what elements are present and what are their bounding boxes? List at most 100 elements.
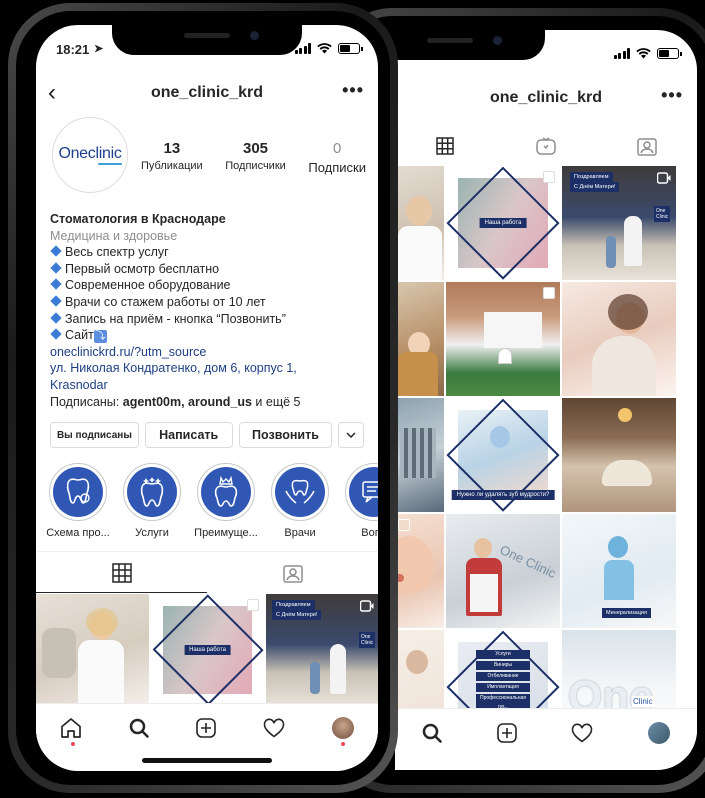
location-icon: ➤ [94, 43, 104, 55]
post-thumbnail[interactable]: Наша работа [446, 166, 560, 280]
search-icon[interactable] [422, 723, 442, 743]
message-button[interactable]: Написать [144, 422, 233, 448]
post-thumbnail[interactable] [562, 282, 676, 396]
stat-following[interactable]: 0 Подписки [308, 140, 366, 175]
bottom-nav [395, 708, 697, 756]
post-thumbnail[interactable]: Нужно ли удалять зуб мудрости? [446, 398, 560, 512]
post-caption-tag: Наша работа [184, 645, 231, 655]
tooth-crown-icon [214, 476, 238, 507]
username-title: one_clinic_krd [489, 89, 603, 106]
bio-line: Врачи со стажем работы от 10 лет [50, 294, 368, 311]
tab-tagged[interactable] [207, 552, 378, 593]
following-button[interactable]: Вы подписаны [50, 422, 139, 448]
diamond-icon [50, 245, 62, 257]
profile-avatar-icon[interactable] [647, 721, 670, 744]
status-bar: 18:21 ➤ [36, 25, 378, 69]
suggestions-dropdown-button[interactable] [338, 422, 364, 448]
heart-icon[interactable] [263, 717, 285, 738]
home-icon[interactable] [60, 717, 82, 739]
tab-grid[interactable] [36, 552, 207, 593]
followed-by[interactable]: Подписаны: agent00m, around_us и ещё 5 [50, 394, 368, 411]
profile-header: ‹ one_clinic_krd ••• [36, 77, 378, 109]
bottom-nav [36, 703, 378, 751]
chevron-down-icon [346, 432, 356, 438]
video-icon [657, 172, 671, 184]
post-thumbnail[interactable]: Минерализация [562, 514, 676, 628]
post-thumbnail[interactable]: Поздравляем С Днём Матери! One Clinic [562, 166, 676, 280]
back-icon[interactable]: ‹ [48, 79, 56, 107]
diamond-icon [50, 328, 62, 340]
wifi-icon [636, 48, 651, 59]
tab-igtv[interactable] [496, 126, 597, 166]
call-button[interactable]: Позвонить [238, 422, 333, 448]
stat-followers[interactable]: 305 Подписчики [225, 140, 286, 175]
wifi-icon [317, 43, 332, 54]
status-icons [613, 48, 682, 59]
profile-stats: 13 Публикации 305 Подписчики 0 Подписки [141, 140, 366, 175]
carousel-icon [543, 287, 555, 299]
address-link[interactable]: ул. Николая Кондратенко, дом 6, корпус 1… [50, 360, 368, 393]
post-caption-tag: Наша работа [479, 218, 527, 228]
igtv-icon [536, 137, 556, 155]
highlight-item[interactable]: Вопр [340, 463, 378, 539]
profile-name: Стоматология в Краснодаре [50, 212, 226, 226]
post-thumbnail[interactable]: Наша работа [151, 594, 264, 706]
phone-front: 18:21 ➤ ‹ one_clinic_krd ••• Oneclinic 1… [8, 3, 398, 793]
tagged-icon [636, 138, 657, 156]
post-thumbnail[interactable] [395, 398, 444, 512]
search-icon[interactable] [129, 718, 149, 738]
post-thumbnail[interactable]: One Clinic [446, 514, 560, 628]
carousel-icon [543, 171, 555, 183]
phone-back-screen: one_clinic_krd ••• Наша работа Поздравля… [395, 30, 697, 770]
new-post-icon[interactable] [496, 722, 517, 743]
avatar-logo: Oneclinic [58, 145, 121, 165]
more-icon[interactable]: ••• [661, 85, 683, 106]
post-thumbnail[interactable] [562, 398, 676, 512]
battery-icon [657, 48, 682, 59]
highlight-item[interactable]: Услуги [118, 463, 186, 539]
highlight-item[interactable]: Схема про... [44, 463, 112, 539]
new-post-icon[interactable] [196, 717, 216, 738]
highlight-item[interactable]: Преимуще... [192, 463, 260, 539]
tab-tagged[interactable] [596, 126, 697, 166]
profile-avatar-icon[interactable] [332, 716, 355, 739]
stat-posts[interactable]: 13 Публикации [141, 140, 203, 175]
tooth-sparkle-icon [140, 477, 164, 507]
phone-front-screen: 18:21 ➤ ‹ one_clinic_krd ••• Oneclinic 1… [36, 25, 378, 771]
posts-grid: Наша работа Поздравляем С Днём Матери! O… [395, 166, 676, 744]
video-icon [360, 600, 374, 612]
username-title: one_clinic_krd [150, 84, 264, 101]
home-indicator [142, 758, 272, 763]
diamond-icon [50, 278, 62, 291]
website-link[interactable]: oneclinickrd.ru/?utm_source [50, 344, 368, 361]
post-thumbnail[interactable] [395, 282, 444, 396]
post-thumbnail[interactable] [446, 282, 560, 396]
bio-line: Сайт ⤵ [50, 327, 368, 344]
diamond-icon [50, 262, 62, 274]
profile-category: Медицина и здоровье [50, 228, 178, 243]
highlight-item[interactable]: Врачи [266, 463, 334, 539]
content-tabs [395, 126, 697, 166]
bio-line: Весь спектр услуг [50, 244, 368, 261]
post-thumbnail[interactable] [395, 166, 444, 280]
heart-icon[interactable] [571, 722, 593, 743]
grid-icon [436, 137, 455, 155]
diamond-icon [50, 295, 62, 307]
post-thumbnail[interactable] [36, 594, 149, 706]
notification-dot [71, 742, 75, 746]
profile-avatar[interactable]: Oneclinic [52, 117, 128, 193]
status-time: 18:21 [56, 42, 90, 57]
carousel-icon [247, 599, 259, 611]
status-icons [294, 43, 363, 54]
more-icon[interactable]: ••• [342, 80, 364, 101]
hands-tooth-icon [285, 479, 315, 504]
diamond-icon [50, 311, 62, 324]
post-thumbnail[interactable]: Поздравляем С Днём Матери! One Clinic [266, 594, 378, 706]
post-thumbnail[interactable] [395, 514, 444, 628]
bio-line: Современное оборудование [50, 277, 368, 294]
profile-header: one_clinic_krd ••• [395, 82, 697, 114]
tab-grid[interactable] [395, 126, 496, 166]
battery-icon [338, 43, 363, 54]
signal-icon [613, 48, 630, 59]
signal-icon [294, 43, 311, 54]
